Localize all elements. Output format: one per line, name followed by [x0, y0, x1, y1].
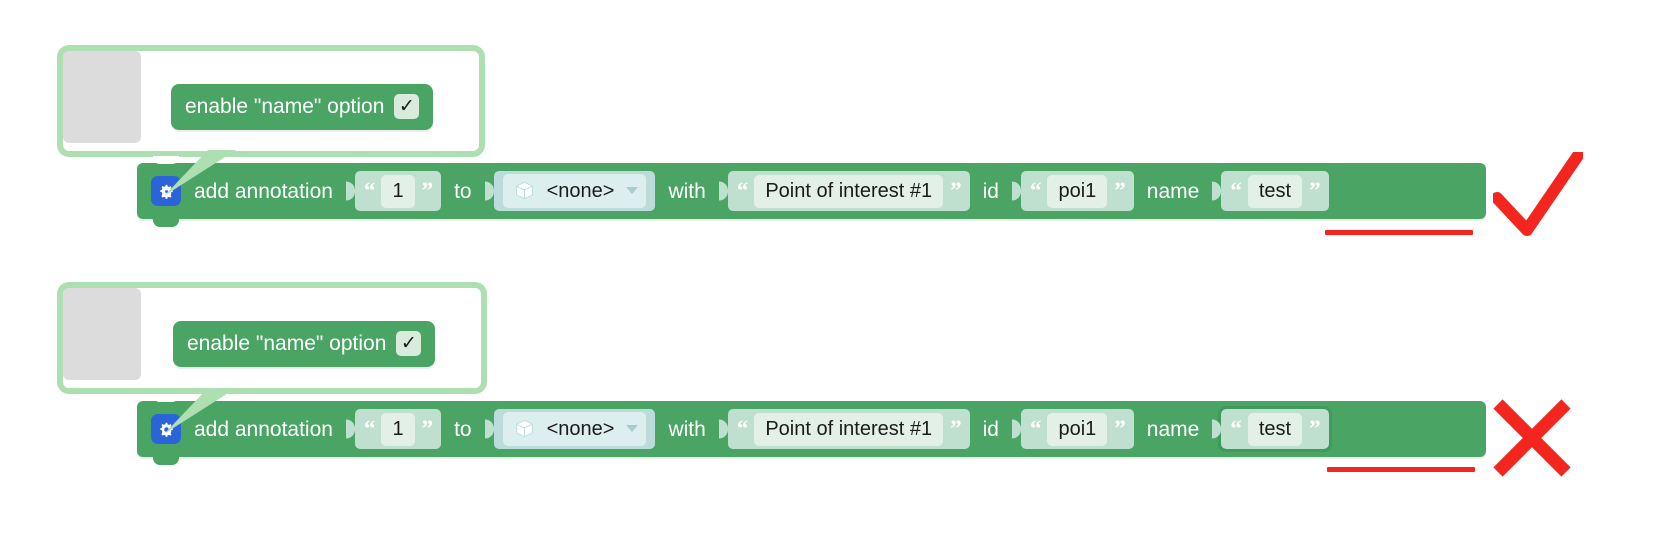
block-bottom-notch	[153, 218, 179, 227]
name-label: name	[1146, 417, 1200, 441]
comment-resize-handle[interactable]	[63, 51, 141, 143]
input-connector	[1212, 171, 1221, 211]
quote-close-icon: ”	[1114, 416, 1125, 442]
enable-name-option-label: enable "name" option	[185, 95, 385, 118]
annotation-number-input[interactable]: “ 1 ”	[354, 409, 442, 449]
target-object-value: <none>	[546, 179, 615, 202]
quote-close-icon: ”	[950, 178, 961, 204]
block-editor-canvas[interactable]: enable "name" option ✓ add annotation “ …	[0, 0, 1671, 544]
quote-close-icon: ”	[1309, 416, 1320, 442]
chevron-down-icon[interactable]	[626, 187, 639, 194]
enable-name-option-block[interactable]: enable "name" option ✓	[173, 321, 436, 367]
target-object-value: <none>	[546, 417, 615, 440]
annotation-description-value[interactable]: Point of interest #1	[754, 412, 944, 446]
enable-name-option-block[interactable]: enable "name" option ✓	[171, 84, 434, 130]
quote-open-icon: “	[363, 178, 375, 204]
target-object-dropdown[interactable]: <none>	[493, 171, 656, 211]
cross-mark	[1493, 399, 1571, 477]
with-label: with	[668, 179, 706, 203]
block-bottom-notch	[153, 456, 179, 465]
quote-close-icon: ”	[421, 416, 433, 442]
quote-close-icon: ”	[1114, 178, 1125, 204]
chevron-down-icon[interactable]	[626, 425, 639, 432]
target-object-field[interactable]: <none>	[502, 174, 647, 208]
add-annotation-block[interactable]: add annotation “ 1 ” to <none> with “ Po…	[137, 394, 1486, 465]
annotation-id-value[interactable]: poi1	[1047, 412, 1108, 446]
with-label: with	[668, 417, 706, 441]
annotation-id-input[interactable]: “ poi1 ”	[1020, 171, 1134, 211]
annotation-name-input[interactable]: “ test ”	[1218, 406, 1332, 452]
input-connector	[1212, 409, 1221, 449]
input-connector	[485, 171, 494, 211]
input-connector	[346, 409, 355, 449]
check-mark	[1493, 152, 1583, 236]
comment-bubble[interactable]: enable "name" option ✓	[57, 45, 485, 157]
cube-icon	[515, 181, 533, 200]
quote-open-icon: “	[1029, 416, 1041, 442]
comment-resize-handle[interactable]	[63, 288, 141, 380]
highlight-underline	[1325, 230, 1473, 235]
id-label: id	[982, 417, 999, 441]
comment-bubble[interactable]: enable "name" option ✓	[57, 282, 487, 394]
to-label: to	[454, 417, 472, 441]
quote-open-icon: “	[1029, 178, 1041, 204]
quote-close-icon: ”	[1309, 178, 1320, 204]
quote-open-icon: “	[736, 178, 748, 204]
id-label: id	[982, 179, 999, 203]
annotation-name-value[interactable]: test	[1247, 174, 1303, 208]
target-object-dropdown[interactable]: <none>	[493, 409, 656, 449]
annotation-description-input[interactable]: “ Point of interest #1 ”	[727, 409, 970, 449]
quote-open-icon: “	[736, 416, 748, 442]
annotation-id-value[interactable]: poi1	[1047, 174, 1108, 208]
highlight-underline	[1327, 467, 1475, 472]
add-annotation-block[interactable]: add annotation “ 1 ” to <none> with “ Po…	[137, 156, 1486, 227]
annotation-name-input[interactable]: “ test ”	[1221, 171, 1329, 211]
input-connector	[719, 171, 728, 211]
annotation-name-value[interactable]: test	[1247, 412, 1303, 446]
cube-icon	[515, 419, 533, 438]
annotation-number-input[interactable]: “ 1 ”	[354, 171, 442, 211]
annotation-number-value[interactable]: 1	[381, 412, 415, 446]
to-label: to	[454, 179, 472, 203]
input-connector	[485, 409, 494, 449]
target-object-field[interactable]: <none>	[502, 412, 647, 446]
quote-open-icon: “	[1230, 416, 1241, 442]
input-connector	[719, 409, 728, 449]
annotation-id-input[interactable]: “ poi1 ”	[1020, 409, 1134, 449]
quote-open-icon: “	[1230, 178, 1241, 204]
name-label: name	[1146, 179, 1200, 203]
input-connector	[1012, 171, 1021, 211]
comment-tail	[164, 150, 236, 196]
input-connector	[346, 171, 355, 211]
annotation-number-value[interactable]: 1	[381, 174, 415, 208]
input-connector	[1012, 409, 1021, 449]
comment-tail	[164, 388, 236, 434]
enable-name-option-checkbox[interactable]: ✓	[396, 331, 422, 356]
quote-close-icon: ”	[421, 178, 433, 204]
enable-name-option-checkbox[interactable]: ✓	[394, 94, 420, 119]
enable-name-option-label: enable "name" option	[187, 332, 387, 355]
quote-open-icon: “	[363, 416, 375, 442]
annotation-description-value[interactable]: Point of interest #1	[754, 174, 944, 208]
annotation-description-input[interactable]: “ Point of interest #1 ”	[727, 171, 970, 211]
quote-close-icon: ”	[950, 416, 961, 442]
